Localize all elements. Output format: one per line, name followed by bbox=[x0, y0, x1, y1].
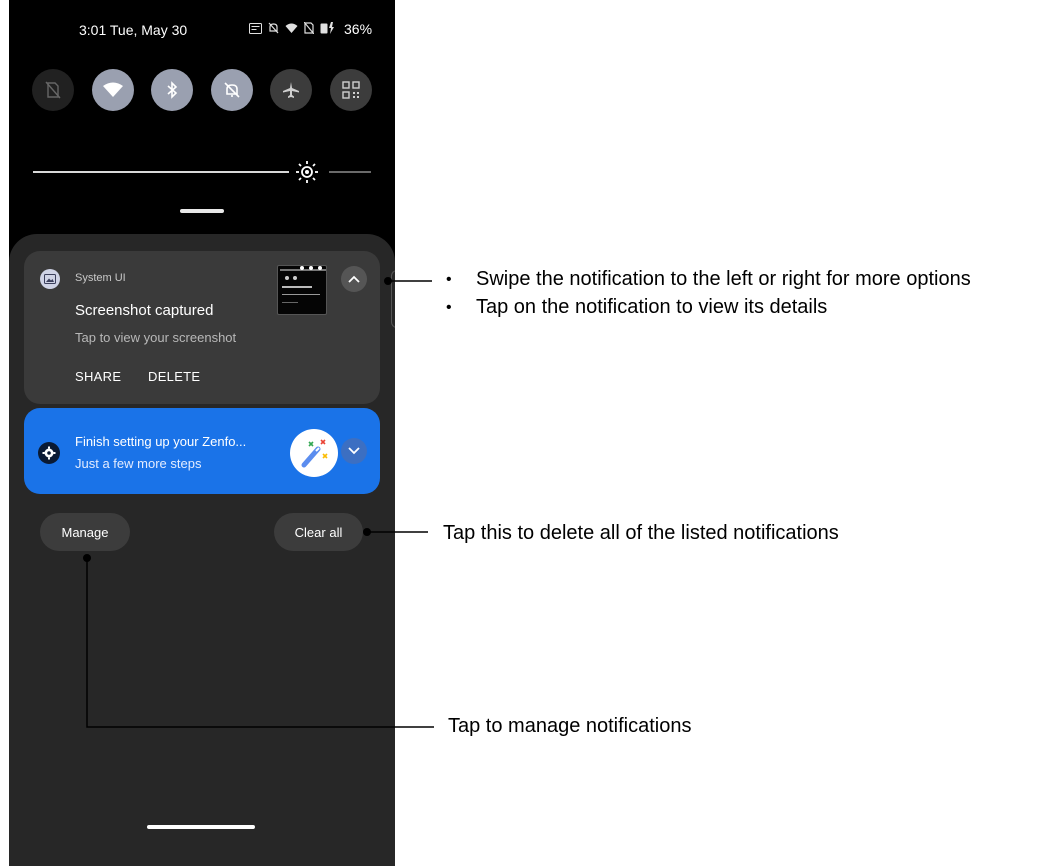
wifi-icon bbox=[102, 82, 123, 98]
wifi-tile[interactable] bbox=[91, 69, 134, 111]
status-date: Tue, May 30 bbox=[109, 22, 188, 38]
setup-text: Just a few more steps bbox=[75, 456, 202, 471]
status-bar: 3:01 Tue, May 30 36% bbox=[9, 0, 395, 58]
brightness-slider[interactable] bbox=[33, 160, 371, 184]
mute-tile[interactable] bbox=[210, 69, 253, 111]
clear-all-button[interactable]: Clear all bbox=[274, 513, 363, 551]
gesture-nav-bar[interactable] bbox=[147, 825, 255, 829]
screenshot-notification[interactable]: System UI Screenshot captured Tap to vie… bbox=[24, 251, 380, 404]
mute-icon bbox=[268, 22, 279, 37]
expand-button[interactable] bbox=[341, 438, 367, 464]
chevron-down-icon bbox=[348, 442, 360, 460]
callout-tap-details-text: Tap on the notification to view its deta… bbox=[476, 296, 828, 318]
bluetooth-tile[interactable] bbox=[151, 69, 194, 111]
battery-percent: 36% bbox=[344, 21, 373, 37]
bullet: • bbox=[446, 271, 452, 288]
qr-scanner-tile[interactable] bbox=[329, 69, 372, 111]
no-sim-icon bbox=[45, 81, 61, 99]
bullet: • bbox=[446, 299, 452, 316]
no-sim-icon bbox=[303, 21, 315, 37]
setup-notification[interactable]: Finish setting up your Zenfo... Just a f… bbox=[24, 408, 380, 494]
status-time: 3:01 bbox=[79, 22, 107, 38]
brightness-track-empty bbox=[329, 171, 371, 173]
screenshot-thumbnail[interactable] bbox=[277, 265, 327, 315]
settings-gear-icon bbox=[38, 442, 60, 464]
share-button[interactable]: SHARE bbox=[75, 369, 121, 384]
phone-screen: 3:01 Tue, May 30 36% System UI Screensho… bbox=[9, 0, 395, 866]
magic-wand-icon bbox=[290, 429, 338, 477]
setup-title: Finish setting up your Zenfo... bbox=[75, 434, 247, 449]
bluetooth-icon bbox=[165, 81, 179, 99]
quick-settings-row bbox=[32, 69, 372, 111]
airplane-icon bbox=[282, 81, 300, 99]
mute-icon bbox=[223, 81, 241, 99]
qr-code-icon bbox=[342, 81, 360, 99]
delete-button[interactable]: DELETE bbox=[148, 369, 200, 384]
brightness-track-filled bbox=[33, 171, 289, 173]
airplane-mode-tile[interactable] bbox=[270, 69, 313, 111]
status-icons: 36% bbox=[249, 21, 372, 37]
mobile-data-tile[interactable] bbox=[32, 69, 74, 111]
nfc-icon bbox=[249, 22, 262, 37]
callout-manage-text: Tap to manage notifications bbox=[448, 715, 692, 737]
chevron-up-icon bbox=[348, 270, 360, 288]
notification-title: Screenshot captured bbox=[75, 302, 214, 319]
callout-clear-all-text: Tap this to delete all of the listed not… bbox=[443, 522, 839, 544]
collapse-button[interactable] bbox=[341, 266, 367, 292]
wifi-icon bbox=[285, 22, 298, 37]
notification-app-name: System UI bbox=[75, 272, 126, 284]
status-time-date: 3:01 Tue, May 30 bbox=[79, 22, 187, 38]
side-panel-tab[interactable] bbox=[391, 270, 395, 328]
system-ui-icon bbox=[40, 269, 60, 289]
callout-swipe-text: Swipe the notification to the left or ri… bbox=[476, 268, 971, 290]
manage-button[interactable]: Manage bbox=[40, 513, 130, 551]
battery-charging-icon bbox=[320, 21, 336, 37]
brightness-sun-icon[interactable] bbox=[295, 160, 319, 184]
notification-text: Tap to view your screenshot bbox=[75, 330, 237, 345]
shade-drag-handle[interactable] bbox=[180, 209, 224, 213]
